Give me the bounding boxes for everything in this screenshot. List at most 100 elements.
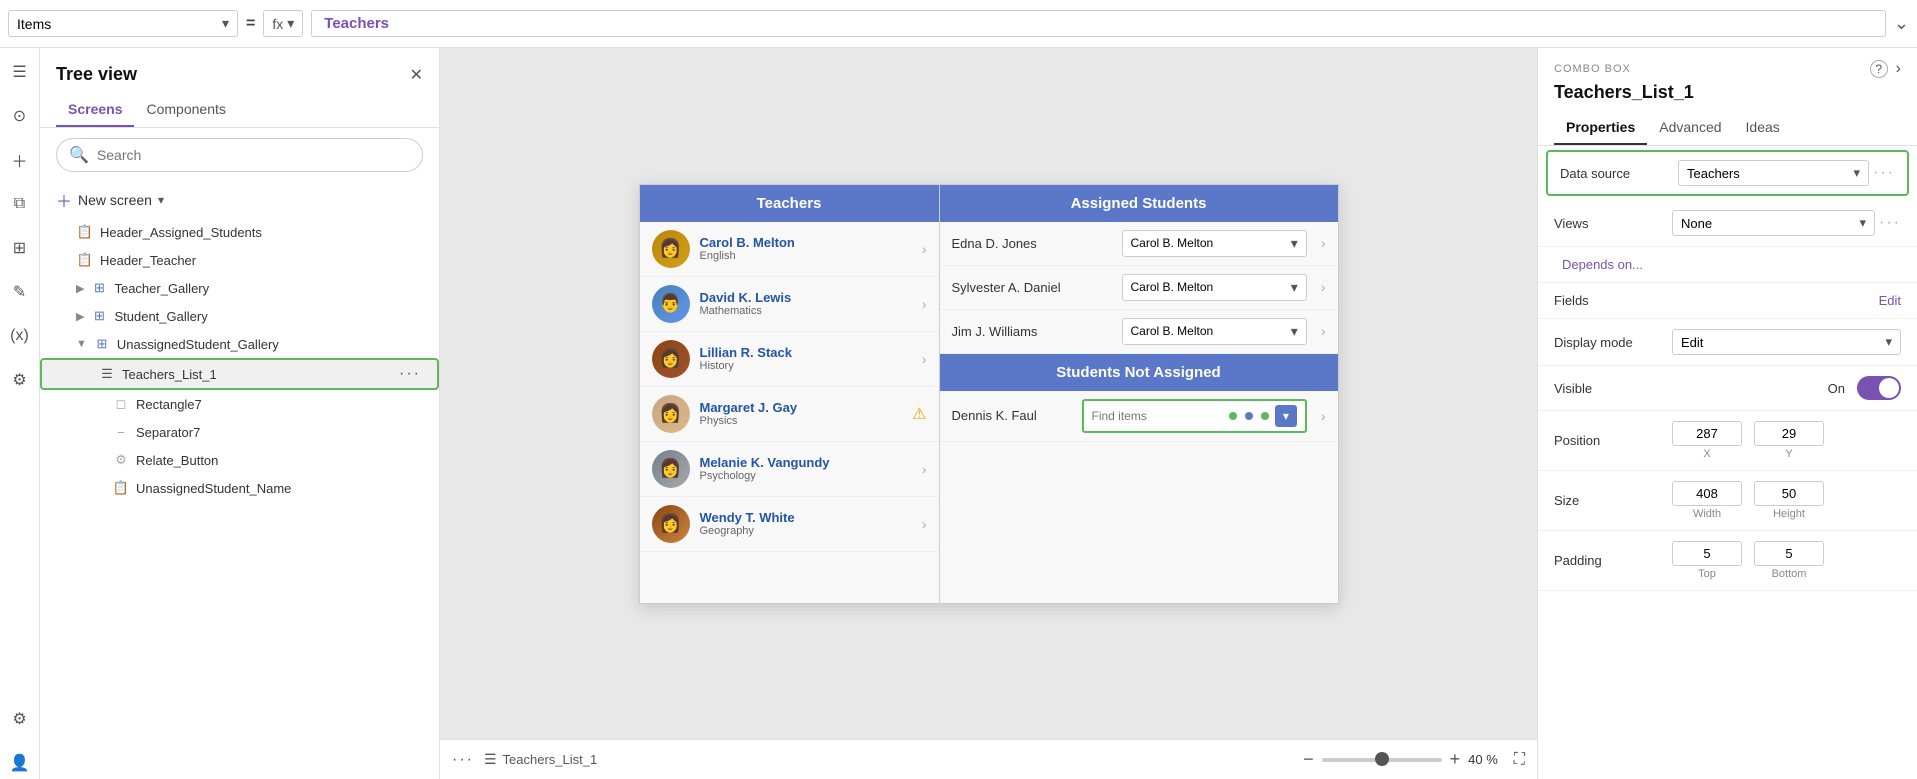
fullscreen-icon[interactable]: ⛶ xyxy=(1514,751,1525,769)
zoom-plus-button[interactable]: + xyxy=(1450,749,1461,770)
list-icon: ☰ xyxy=(484,751,497,768)
display-mode-label: Display mode xyxy=(1554,335,1664,350)
search-input[interactable] xyxy=(97,147,410,163)
tree-item-unassigned-gallery[interactable]: ▼ ⊞ UnassignedStudent_Gallery xyxy=(40,330,439,358)
data-source-dropdown[interactable]: Teachers ▾ xyxy=(1678,160,1869,186)
padding-top-input[interactable] xyxy=(1672,541,1742,566)
tree-item-rectangle7[interactable]: ◻ Rectangle7 xyxy=(40,390,439,418)
home-icon[interactable]: ⊙ xyxy=(4,100,36,132)
combo-dennis-selected[interactable]: Find items ▾ xyxy=(1082,399,1307,433)
teacher-item-margaret[interactable]: 👩 Margaret J. Gay Physics ⚠ xyxy=(640,387,939,442)
zoom-slider-thumb[interactable] xyxy=(1375,752,1389,766)
dropdown-chevron-icon: ▾ xyxy=(1859,215,1866,231)
more-options-icon[interactable]: ··· xyxy=(399,365,421,383)
padding-bottom-input[interactable] xyxy=(1754,541,1824,566)
tree-item-separator7[interactable]: ⎯ Separator7 xyxy=(40,418,439,446)
size-width-input[interactable] xyxy=(1672,481,1742,506)
teacher-item-david[interactable]: 👨 David K. Lewis Mathematics › xyxy=(640,277,939,332)
fields-edit-button[interactable]: Edit xyxy=(1879,293,1901,308)
teacher-name: Carol B. Melton xyxy=(700,235,912,250)
fx-button[interactable]: fx ▾ xyxy=(263,10,303,37)
teacher-item-carol[interactable]: 👩 Carol B. Melton English › xyxy=(640,222,939,277)
tab-components[interactable]: Components xyxy=(134,93,237,127)
tree-item-teachers-list[interactable]: ☰ Teachers_List_1 ··· xyxy=(40,358,439,390)
combo-sylvester[interactable]: Carol B. Melton ▾ xyxy=(1122,274,1307,301)
zoom-controls: − + 40 % ⛶ xyxy=(1303,749,1525,770)
chart-icon[interactable]: ⊞ xyxy=(4,232,36,264)
formula-bar[interactable]: Teachers xyxy=(311,10,1886,37)
assigned-item-edna: Edna D. Jones Carol B. Melton ▾ › xyxy=(940,222,1338,266)
teacher-item-wendy[interactable]: 👩 Wendy T. White Geography › xyxy=(640,497,939,552)
position-x-input[interactable] xyxy=(1672,421,1742,446)
zoom-slider[interactable] xyxy=(1322,758,1442,762)
variable-icon[interactable]: (x) xyxy=(4,320,36,352)
props-top: COMBO BOX ? › xyxy=(1538,48,1917,82)
teacher-item-melanie[interactable]: 👩 Melanie K. Vangundy Psychology › xyxy=(640,442,939,497)
plus-icon[interactable]: ＋ xyxy=(4,144,36,176)
teacher-item-lillian[interactable]: 👩 Lillian R. Stack History › xyxy=(640,332,939,387)
icon-bar: ☰ ⊙ ＋ ⧉ ⊞ ✎ (x) ⚙ ⚙ 👤 xyxy=(0,48,40,779)
tree-item-unassigned-name[interactable]: 📋 UnassignedStudent_Name xyxy=(40,474,439,502)
padding-top-label: Top xyxy=(1698,568,1716,580)
layers-icon[interactable]: ⧉ xyxy=(4,188,36,220)
row-arrow-icon: › xyxy=(1321,235,1326,251)
settings-icon[interactable]: ⚙ xyxy=(4,364,36,396)
plus-new-icon: ＋ xyxy=(56,188,72,212)
tree-item-teacher-gallery[interactable]: ▶ ⊞ Teacher_Gallery xyxy=(40,274,439,302)
equals-symbol: = xyxy=(246,15,255,33)
tree-item-student-gallery[interactable]: ▶ ⊞ Student_Gallery xyxy=(40,302,439,330)
three-dots-icon[interactable]: ··· xyxy=(452,751,474,769)
views-more-icon[interactable]: ··· xyxy=(1879,214,1901,232)
views-dropdown[interactable]: None ▾ xyxy=(1672,210,1875,236)
avatar-melanie: 👩 xyxy=(652,450,690,488)
fields-label: Fields xyxy=(1554,293,1664,308)
pencil-icon[interactable]: ✎ xyxy=(4,276,36,308)
new-screen-button[interactable]: ＋ New screen ▾ xyxy=(40,182,439,218)
tree-item-relate-button[interactable]: ⚙ Relate_Button xyxy=(40,446,439,474)
visible-toggle[interactable] xyxy=(1857,376,1901,400)
avatar-margaret: 👩 xyxy=(652,395,690,433)
items-dropdown[interactable]: Items ▾ xyxy=(8,10,238,37)
collapse-icon[interactable]: ⌄ xyxy=(1894,13,1909,34)
collapse-panel-icon[interactable]: › xyxy=(1896,60,1901,78)
size-width-col: Width xyxy=(1672,481,1742,520)
props-row-views: Views None ▾ ··· xyxy=(1538,200,1917,247)
formula-value: Teachers xyxy=(324,15,389,32)
combo-edna[interactable]: Carol B. Melton ▾ xyxy=(1122,230,1307,257)
data-source-more-icon[interactable]: ··· xyxy=(1873,164,1895,182)
depends-on-link[interactable]: Depends on... xyxy=(1562,257,1643,272)
person-icon[interactable]: 👤 xyxy=(4,747,36,779)
help-button[interactable]: ? xyxy=(1870,60,1888,78)
tree-item-header-assigned[interactable]: 📋 Header_Assigned_Students xyxy=(40,218,439,246)
display-mode-dropdown[interactable]: Edit ▾ xyxy=(1672,329,1901,355)
combo-dropdown-button[interactable]: ▾ xyxy=(1275,405,1297,427)
tab-advanced[interactable]: Advanced xyxy=(1647,111,1733,145)
tree-close-button[interactable]: ✕ xyxy=(410,65,423,85)
row-arrow-icon: › xyxy=(1321,279,1326,295)
gear-icon[interactable]: ⚙ xyxy=(4,703,36,735)
chevron-right-icon: › xyxy=(922,516,927,532)
tree-item-label: Teachers_List_1 xyxy=(122,367,393,382)
teacher-info-wendy: Wendy T. White Geography xyxy=(700,510,912,537)
position-y-input[interactable] xyxy=(1754,421,1824,446)
teacher-subject: Psychology xyxy=(700,470,912,482)
gallery-icon: ⊞ xyxy=(90,307,108,325)
zoom-minus-button[interactable]: − xyxy=(1303,749,1314,770)
combo-jim[interactable]: Carol B. Melton ▾ xyxy=(1122,318,1307,345)
tree-item-label: Header_Assigned_Students xyxy=(100,225,423,240)
chevron-right-icon: ▶ xyxy=(76,282,84,295)
tree-header: Tree view ✕ xyxy=(40,48,439,93)
tree-item-header-teacher[interactable]: 📋 Header_Teacher xyxy=(40,246,439,274)
size-label: Size xyxy=(1554,493,1664,508)
tree-item-label: Separator7 xyxy=(136,425,423,440)
props-row-display-mode: Display mode Edit ▾ xyxy=(1538,319,1917,366)
tab-properties[interactable]: Properties xyxy=(1554,111,1647,145)
props-row-position: Position X Y xyxy=(1538,411,1917,471)
tab-screens[interactable]: Screens xyxy=(56,93,134,127)
tab-ideas[interactable]: Ideas xyxy=(1734,111,1792,145)
size-height-input[interactable] xyxy=(1754,481,1824,506)
padding-top-col: Top xyxy=(1672,541,1742,580)
hamburger-icon[interactable]: ☰ xyxy=(4,56,36,88)
text-icon: 📋 xyxy=(112,479,130,497)
padding-label: Padding xyxy=(1554,553,1664,568)
